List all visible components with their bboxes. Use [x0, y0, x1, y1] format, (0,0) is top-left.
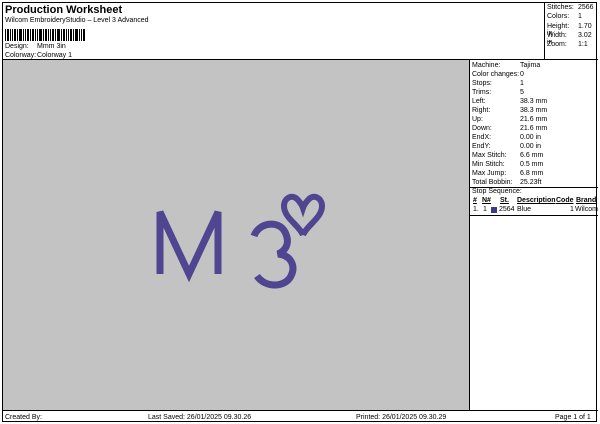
col-header-code: Code: [556, 197, 574, 204]
design-number-3: [250, 220, 297, 289]
info-max-stitch: Max Stitch: 6.6 mm: [472, 152, 544, 159]
info-machine: Machine: Tajima: [472, 62, 541, 69]
stat-colors: Colors: 1: [547, 13, 582, 20]
page-number: Page 1 of 1: [555, 414, 591, 421]
stat-zoom: Zoom: 1:1: [547, 41, 588, 48]
worksheet-title: Production Worksheet: [5, 4, 123, 16]
production-worksheet: Production Worksheet Wilcom EmbroiderySt…: [2, 2, 598, 423]
barcode-icon: [5, 29, 85, 41]
design-row: Design: Mmm 3in: [5, 43, 66, 50]
row-code: 1: [570, 206, 574, 213]
info-left: Left: 38.3 mm: [472, 98, 548, 105]
divider: [470, 215, 598, 216]
colorway-value: Colorway 1: [37, 52, 73, 59]
machine-info-panel: Machine: Tajima Color changes:0 Stops: 1 T…: [470, 60, 598, 410]
col-header-brand: Brand: [576, 197, 597, 204]
last-saved: Last Saved: 26/01/2025 09.30.26: [148, 414, 252, 421]
info-trims: Trims: 5: [472, 89, 524, 96]
info-max-jump: Max Jump: 6.8 mm: [472, 170, 544, 177]
info-up: Up: 21.6 mm: [472, 116, 548, 123]
row-brand: Wilcom: [575, 206, 598, 213]
thread-color-swatch: [491, 207, 497, 213]
col-header-description: Description: [517, 197, 556, 204]
stat-stitches: Stitches: 2566: [547, 4, 594, 11]
info-color-changes: Color changes:0: [472, 71, 524, 78]
info-endy: EndY: 0.00 in: [472, 143, 542, 150]
design-value: Mmm 3in: [37, 43, 66, 50]
stop-sequence-title: Stop Sequence:: [472, 188, 522, 195]
info-min-stitch: Min Stitch: 0.5 mm: [472, 161, 544, 168]
design-label: Design:: [5, 43, 29, 50]
info-right: Right: 38.3 mm: [472, 107, 548, 114]
row-stitches: 2564: [499, 206, 515, 213]
embroidery-design: [156, 193, 326, 289]
col-header-stitches: St.: [500, 197, 509, 204]
colorway-row: Colorway:Colorway 1: [5, 52, 72, 59]
printed-date: Printed: 26/01/2025 09.30.29: [356, 414, 447, 421]
row-description: Blue: [517, 206, 532, 213]
row-needle: 1: [483, 206, 487, 213]
worksheet-footer: Created By: Last Saved: 26/01/2025 09.30…: [3, 410, 598, 423]
col-header-needle: N#: [482, 197, 491, 204]
worksheet-header: Production Worksheet Wilcom EmbroiderySt…: [3, 3, 545, 60]
col-header-index: #: [473, 197, 477, 204]
info-total-bobbin: Total Bobbin: 25.23ft: [472, 179, 542, 186]
colorway-label: Colorway:: [5, 52, 37, 59]
design-heart: [280, 193, 326, 237]
software-subtitle: Wilcom EmbroideryStudio – Level 3 Advanc…: [5, 17, 149, 24]
created-by: Created By:: [5, 414, 42, 421]
design-preview-canvas: [3, 60, 470, 410]
info-endx: EndX: 0.00 in: [472, 134, 542, 141]
info-down: Down: 21.6 mm: [472, 125, 548, 132]
info-stops: Stops: 1: [472, 80, 524, 87]
row-index: 1.: [473, 206, 479, 213]
design-letter-m: [156, 210, 222, 283]
design-stats: Stitches: 2566 Colors: 1 Height: 1.70 in Wi…: [545, 3, 598, 60]
